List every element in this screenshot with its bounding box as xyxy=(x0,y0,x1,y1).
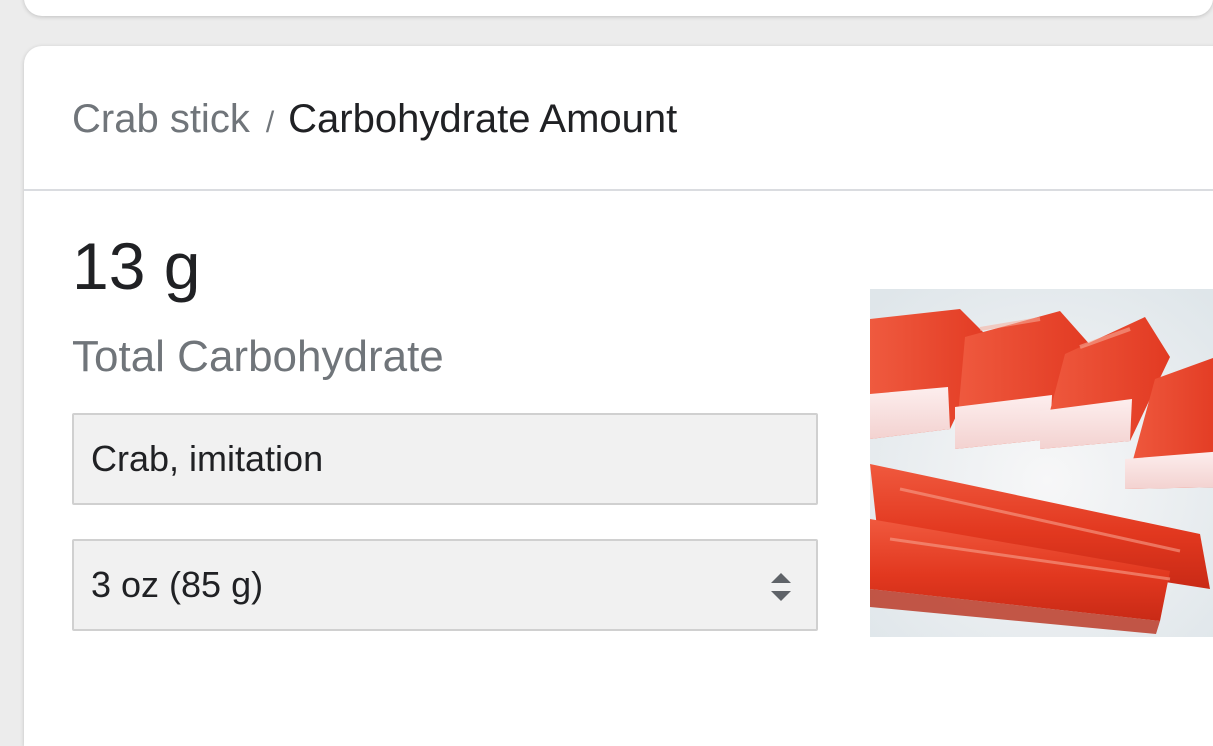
previous-card xyxy=(24,0,1213,16)
nutrient-amount: 13 g xyxy=(72,229,201,303)
serving-size-select[interactable]: 3 oz (85 g) xyxy=(72,539,818,631)
header-divider xyxy=(24,189,1213,191)
breadcrumb: Crab stick / Carbohydrate Amount xyxy=(72,94,677,148)
nutrient-label: Total Carbohydrate xyxy=(72,332,444,381)
select-updown-icon xyxy=(771,573,791,601)
crab-stick-image xyxy=(870,289,1213,637)
breadcrumb-food-link[interactable]: Crab stick xyxy=(72,97,250,141)
food-select[interactable]: Crab, imitation xyxy=(72,413,818,505)
crab-stick-photo-icon xyxy=(870,289,1213,637)
food-select-value: Crab, imitation xyxy=(91,438,324,479)
breadcrumb-current: Carbohydrate Amount xyxy=(288,97,678,141)
breadcrumb-separator: / xyxy=(265,106,275,139)
nutrition-card: Crab stick / Carbohydrate Amount 13 g Tota… xyxy=(24,46,1213,746)
serving-select-value: 3 oz (85 g) xyxy=(91,564,264,605)
